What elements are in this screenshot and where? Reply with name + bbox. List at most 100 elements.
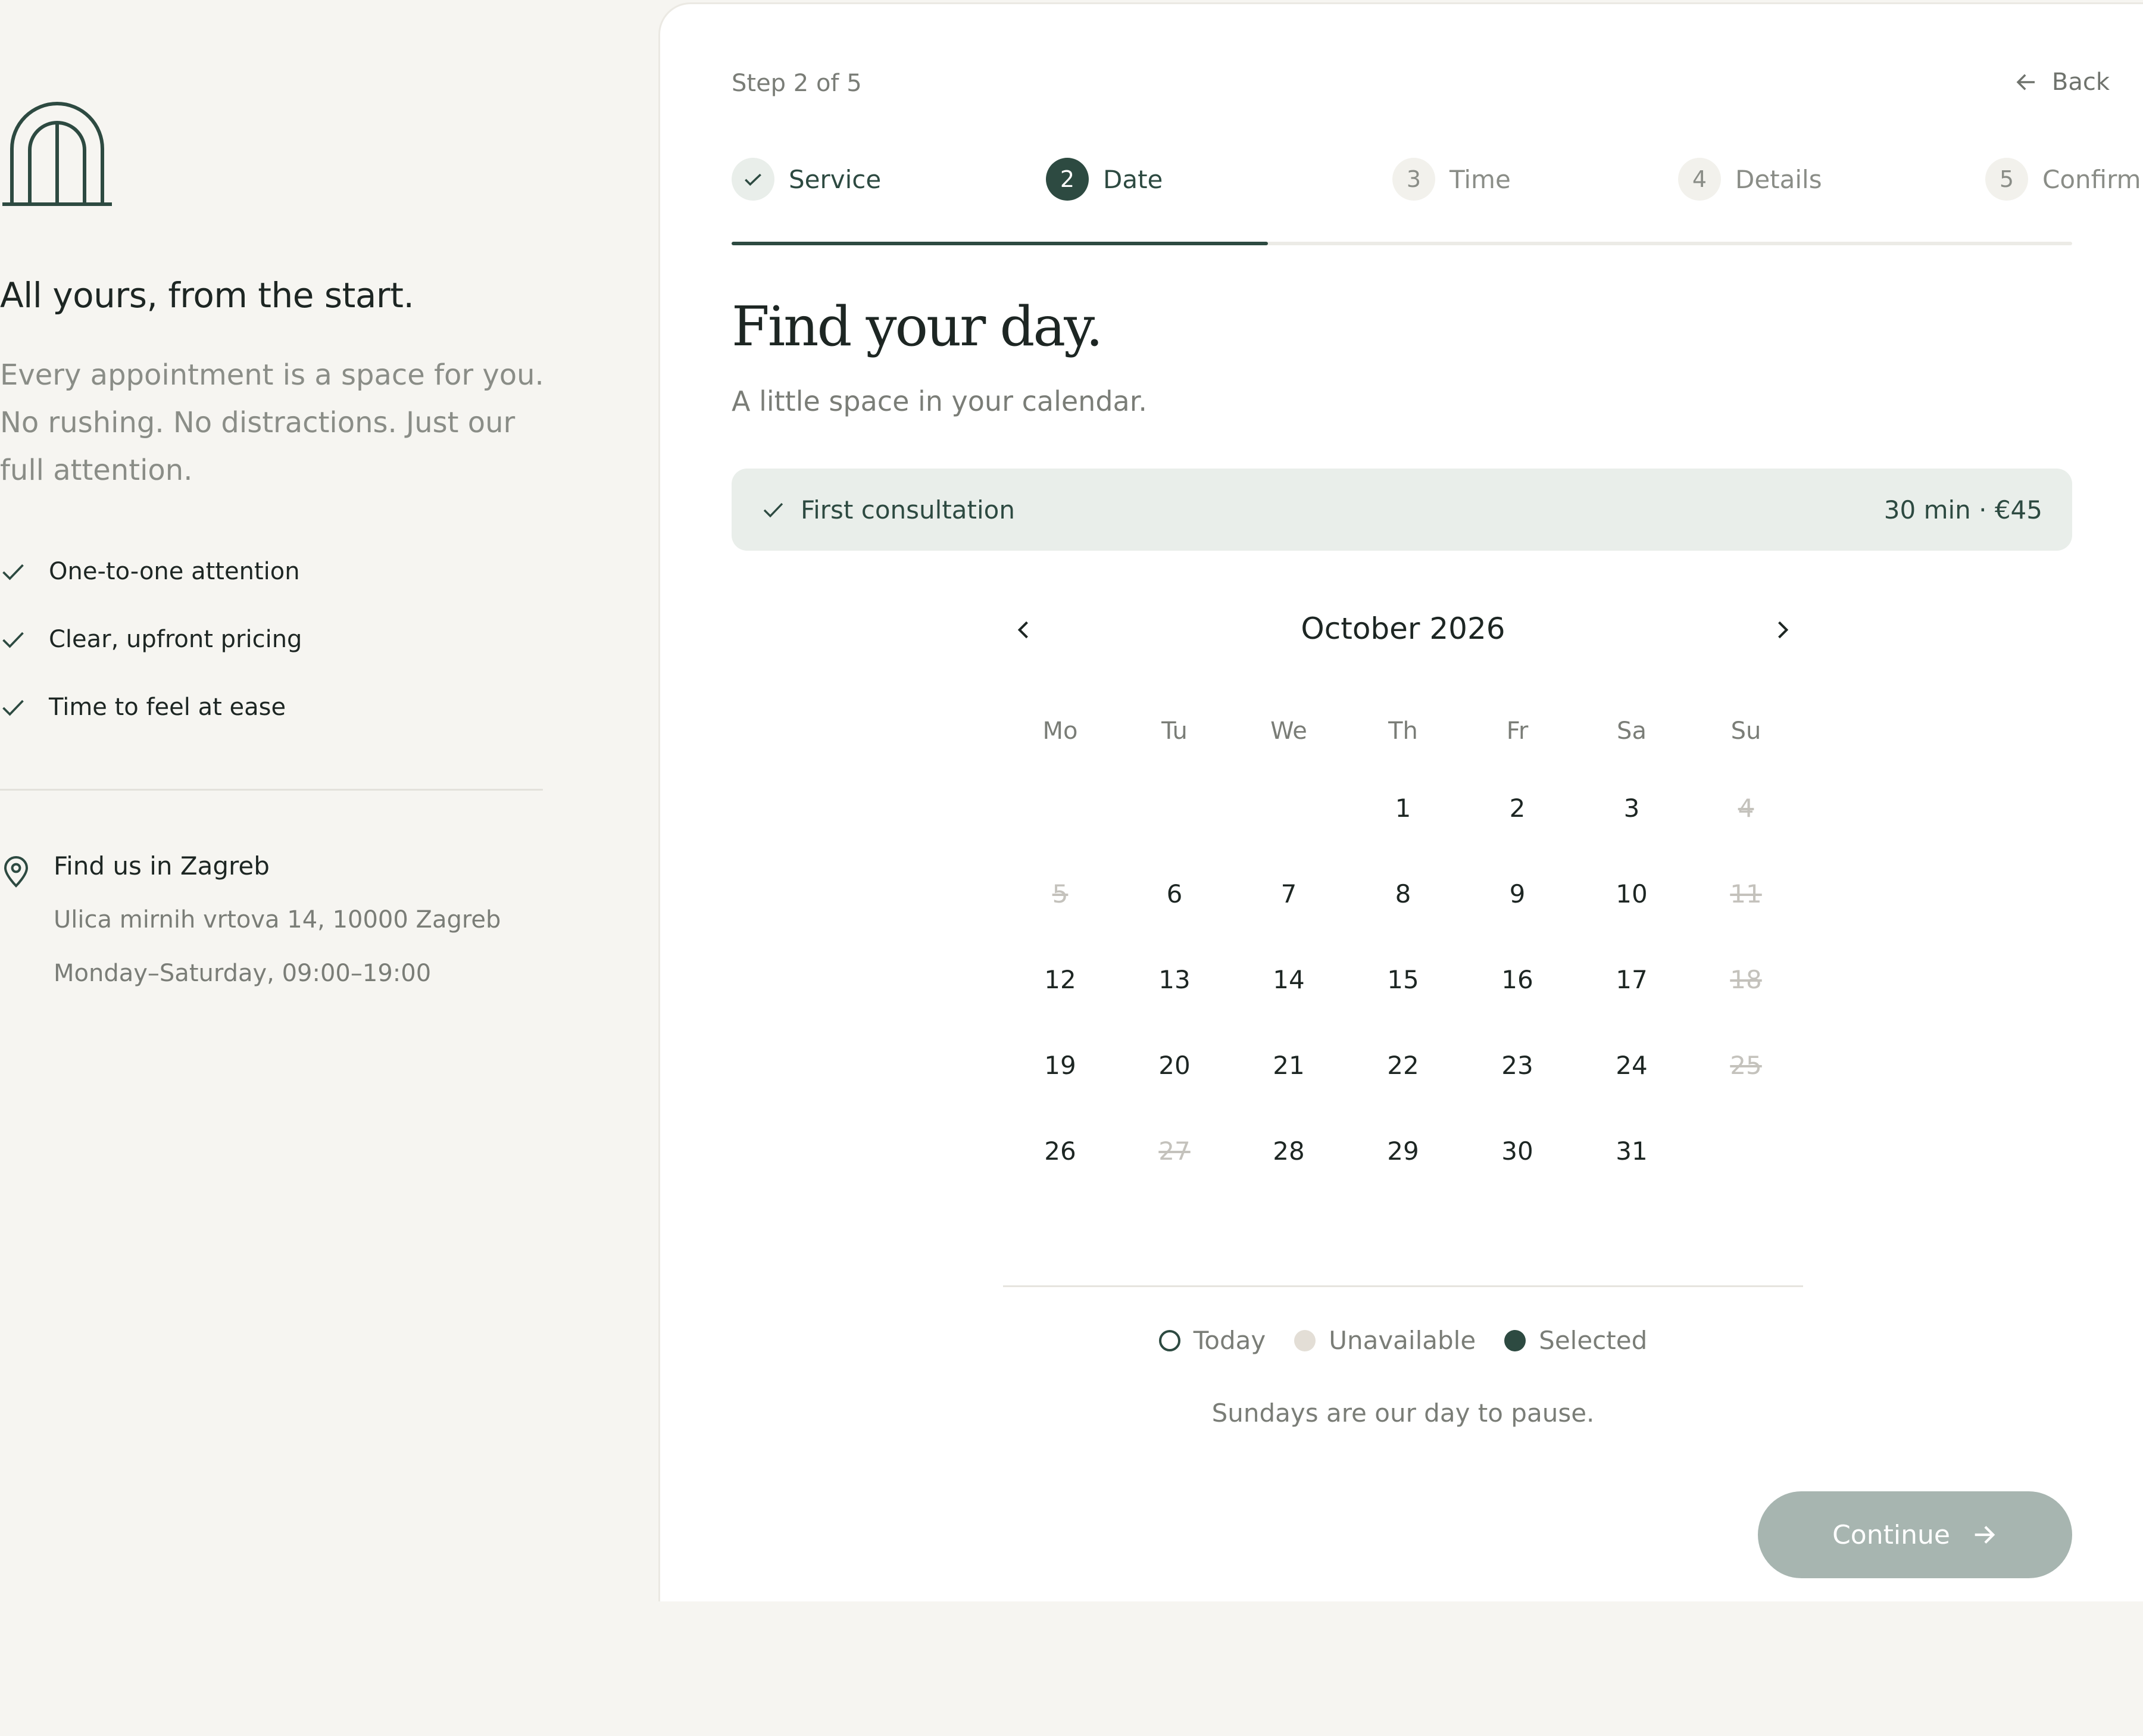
location-pin-icon bbox=[4, 856, 29, 888]
next-month-button[interactable] bbox=[1761, 609, 1803, 651]
brand-intro: Every appointment is a space for you. No… bbox=[0, 358, 544, 487]
selected-dot-icon bbox=[1504, 1329, 1526, 1351]
legend-unavailable-label: Unavailable bbox=[1329, 1326, 1476, 1355]
perk-label: Time to feel at ease bbox=[49, 694, 286, 721]
calendar-day[interactable]: 12 bbox=[1024, 944, 1096, 1015]
calendar-legend: Today Unavailable Selected bbox=[1003, 1326, 1803, 1355]
check-icon bbox=[2, 700, 24, 716]
step-number: 2 bbox=[1046, 158, 1089, 201]
step-counter: Step 2 of 5 bbox=[732, 70, 862, 97]
calendar-day[interactable]: 26 bbox=[1024, 1115, 1096, 1187]
calendar-day[interactable]: 14 bbox=[1253, 944, 1324, 1015]
calendar-day[interactable]: 1 bbox=[1367, 772, 1439, 844]
check-icon bbox=[2, 564, 24, 580]
divider bbox=[0, 789, 543, 791]
location-hours: Monday–Saturday, 09:00–19:00 bbox=[54, 960, 432, 987]
location-address: Ulica mirnih vrtova 14, 10000 Zagreb bbox=[54, 906, 501, 933]
page-subtitle: A little space in your calendar. bbox=[732, 385, 1148, 417]
legend-unavailable: Unavailable bbox=[1294, 1326, 1476, 1355]
calendar-day[interactable]: 30 bbox=[1482, 1115, 1553, 1187]
legend-today: Today bbox=[1158, 1326, 1266, 1355]
calendar-day[interactable]: 2 bbox=[1482, 772, 1553, 844]
progress-bar bbox=[732, 242, 2072, 245]
calendar-day[interactable]: 9 bbox=[1482, 858, 1553, 929]
divider bbox=[1003, 1285, 1803, 1287]
perk-item: One-to-one attention bbox=[0, 554, 300, 589]
calendar-day[interactable]: 23 bbox=[1482, 1029, 1553, 1101]
step-time: 3 Time bbox=[1392, 155, 1511, 203]
step-number: 4 bbox=[1678, 158, 1721, 201]
weekday-label: Su bbox=[1730, 717, 1761, 745]
step-date: 2 Date bbox=[1046, 155, 1163, 203]
calendar-day[interactable]: 17 bbox=[1596, 944, 1667, 1015]
service-name: First consultation bbox=[801, 495, 1015, 524]
legend-selected: Selected bbox=[1504, 1326, 1647, 1355]
calendar-day[interactable]: 31 bbox=[1596, 1115, 1667, 1187]
weekday-label: Sa bbox=[1617, 717, 1647, 745]
calendar-day[interactable]: 22 bbox=[1367, 1029, 1439, 1101]
continue-label: Continue bbox=[1832, 1519, 1950, 1550]
step-details: 4 Details bbox=[1678, 155, 1822, 203]
calendar-day[interactable]: 24 bbox=[1596, 1029, 1667, 1101]
calendar-day-unavailable: 27 bbox=[1158, 1136, 1191, 1166]
arrow-left-icon bbox=[2016, 74, 2035, 90]
calendar-day[interactable]: 28 bbox=[1253, 1115, 1324, 1187]
unavailable-dot-icon bbox=[1294, 1329, 1316, 1351]
calendar-day-unavailable: 11 bbox=[1730, 879, 1762, 908]
legend-selected-label: Selected bbox=[1539, 1326, 1648, 1355]
step-confirm: 5 Confirm bbox=[1985, 155, 2141, 203]
selected-service-summary: First consultation 30 min · €45 bbox=[732, 469, 2072, 551]
step-label: Time bbox=[1450, 164, 1511, 194]
calendar-day[interactable]: 21 bbox=[1253, 1029, 1324, 1101]
calendar-day[interactable]: 6 bbox=[1139, 858, 1210, 929]
calendar-day[interactable]: 15 bbox=[1367, 944, 1439, 1015]
weekday-label: Fr bbox=[1506, 717, 1529, 745]
weekday-label: Th bbox=[1388, 717, 1418, 745]
arrow-right-icon bbox=[1975, 1526, 1995, 1544]
today-dot-icon bbox=[1158, 1329, 1180, 1351]
calendar-day-unavailable: 18 bbox=[1730, 964, 1762, 994]
booking-card: Step 2 of 5 Back Service 2 Date 3 Time 4… bbox=[658, 2, 2143, 1601]
calendar-day[interactable]: 3 bbox=[1596, 772, 1667, 844]
legend-today-label: Today bbox=[1193, 1326, 1266, 1355]
calendar-day[interactable]: 19 bbox=[1024, 1029, 1096, 1101]
calendar-day[interactable]: 20 bbox=[1139, 1029, 1210, 1101]
calendar-note: Sundays are our day to pause. bbox=[1211, 1398, 1595, 1428]
step-check-badge bbox=[732, 158, 774, 201]
brand-tagline: All yours, from the start. bbox=[0, 275, 414, 316]
step-indicator: Service 2 Date 3 Time 4 Details 5 Confir… bbox=[732, 155, 2141, 203]
calendar-day[interactable]: 8 bbox=[1367, 858, 1439, 929]
calendar-day-unavailable: 5 bbox=[1052, 879, 1069, 908]
check-icon bbox=[763, 502, 783, 518]
weekday-label: We bbox=[1270, 717, 1307, 745]
service-duration-price: 30 min · €45 bbox=[1883, 495, 2042, 524]
calendar-day[interactable]: 16 bbox=[1482, 944, 1553, 1015]
step-number: 3 bbox=[1392, 158, 1435, 201]
calendar-day[interactable]: 7 bbox=[1253, 858, 1324, 929]
step-service[interactable]: Service bbox=[732, 155, 881, 203]
calendar-day[interactable]: 29 bbox=[1367, 1115, 1439, 1187]
calendar-day[interactable]: 13 bbox=[1139, 944, 1210, 1015]
perk-item: Clear, upfront pricing bbox=[0, 622, 302, 657]
continue-button[interactable]: Continue bbox=[1758, 1491, 2072, 1578]
back-button[interactable]: Back bbox=[2014, 68, 2110, 96]
check-icon bbox=[745, 173, 761, 186]
weekday-label: Mo bbox=[1042, 717, 1078, 745]
page-title: Find your day. bbox=[732, 295, 1103, 358]
perk-label: One-to-one attention bbox=[49, 558, 300, 585]
calendar-day-unavailable: 4 bbox=[1738, 793, 1754, 823]
perk-label: Clear, upfront pricing bbox=[49, 626, 302, 653]
calendar-day[interactable]: 10 bbox=[1596, 858, 1667, 929]
progress-bar-fill bbox=[732, 242, 1268, 245]
weekday-label: Tu bbox=[1161, 717, 1188, 745]
perk-item: Time to feel at ease bbox=[0, 689, 286, 725]
chevron-right-icon bbox=[1778, 621, 1789, 639]
step-label: Date bbox=[1103, 164, 1163, 194]
location-title: Find us in Zagreb bbox=[54, 851, 270, 881]
calendar-day-unavailable: 25 bbox=[1730, 1050, 1762, 1080]
calendar-month-label: October 2026 bbox=[1301, 611, 1505, 646]
back-label: Back bbox=[2051, 68, 2110, 96]
step-label: Details bbox=[1735, 164, 1822, 194]
step-number: 5 bbox=[1985, 158, 2028, 201]
check-icon bbox=[2, 632, 24, 648]
